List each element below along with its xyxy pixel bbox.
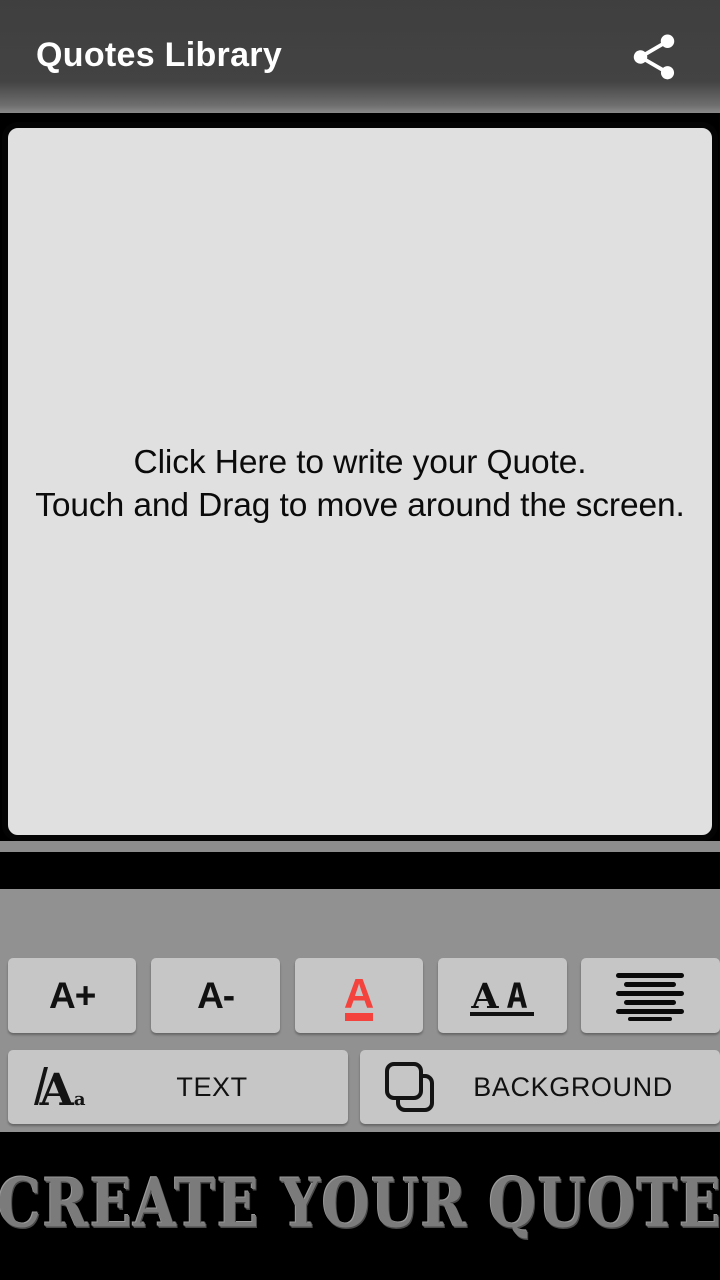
app-bar: Quotes Library bbox=[0, 0, 720, 113]
footer-banner-text: Create Your Quote bbox=[0, 1162, 720, 1242]
svg-text:a: a bbox=[74, 1089, 86, 1110]
share-icon bbox=[627, 30, 681, 84]
two-letter-a-underline-icon: A A bbox=[466, 968, 538, 1024]
canvas-bottom-seam bbox=[0, 841, 720, 852]
overlapping-squares-icon bbox=[382, 1060, 440, 1114]
background-button-label: BACKGROUND bbox=[473, 1071, 673, 1102]
font-family-button[interactable]: A A bbox=[438, 958, 567, 1033]
app-screen: Quotes Library Click Here to write your … bbox=[0, 0, 720, 1280]
increase-font-size-button[interactable]: A+ bbox=[8, 958, 137, 1033]
text-button-label: TEXT bbox=[176, 1071, 248, 1102]
svg-text:A: A bbox=[344, 970, 374, 1017]
share-button[interactable] bbox=[618, 21, 690, 93]
tool-panel: A+ A- A A A A a TEXT BACKGROUND bbox=[0, 889, 720, 1132]
tool-row-secondary: A a TEXT BACKGROUND bbox=[0, 1050, 720, 1124]
svg-text:A: A bbox=[39, 1065, 75, 1113]
page-title: Quotes Library bbox=[36, 35, 283, 74]
stylized-aa-icon: A a bbox=[30, 1061, 90, 1113]
canvas-hint-text[interactable]: Click Here to write your Quote. Touch an… bbox=[8, 441, 712, 527]
decrease-font-size-button[interactable]: A- bbox=[151, 958, 280, 1033]
align-center-lines-icon bbox=[612, 969, 688, 1023]
svg-text:A: A bbox=[507, 977, 528, 1017]
text-alignment-button[interactable] bbox=[580, 958, 720, 1033]
tool-row-primary: A+ A- A A A bbox=[0, 958, 720, 1033]
footer-banner: Create Your Quote bbox=[0, 1132, 720, 1280]
increase-font-size-label: A+ bbox=[49, 974, 96, 1016]
decrease-font-size-label: A- bbox=[197, 974, 235, 1016]
background-button[interactable]: BACKGROUND bbox=[360, 1050, 720, 1124]
quote-canvas[interactable]: Click Here to write your Quote. Touch an… bbox=[2, 122, 718, 841]
canvas-toolbar-divider bbox=[0, 852, 720, 889]
text-color-button[interactable]: A bbox=[294, 958, 424, 1033]
svg-text:A: A bbox=[471, 976, 500, 1017]
text-button[interactable]: A a TEXT bbox=[8, 1050, 349, 1124]
red-letter-a-underline-icon: A bbox=[334, 968, 384, 1024]
